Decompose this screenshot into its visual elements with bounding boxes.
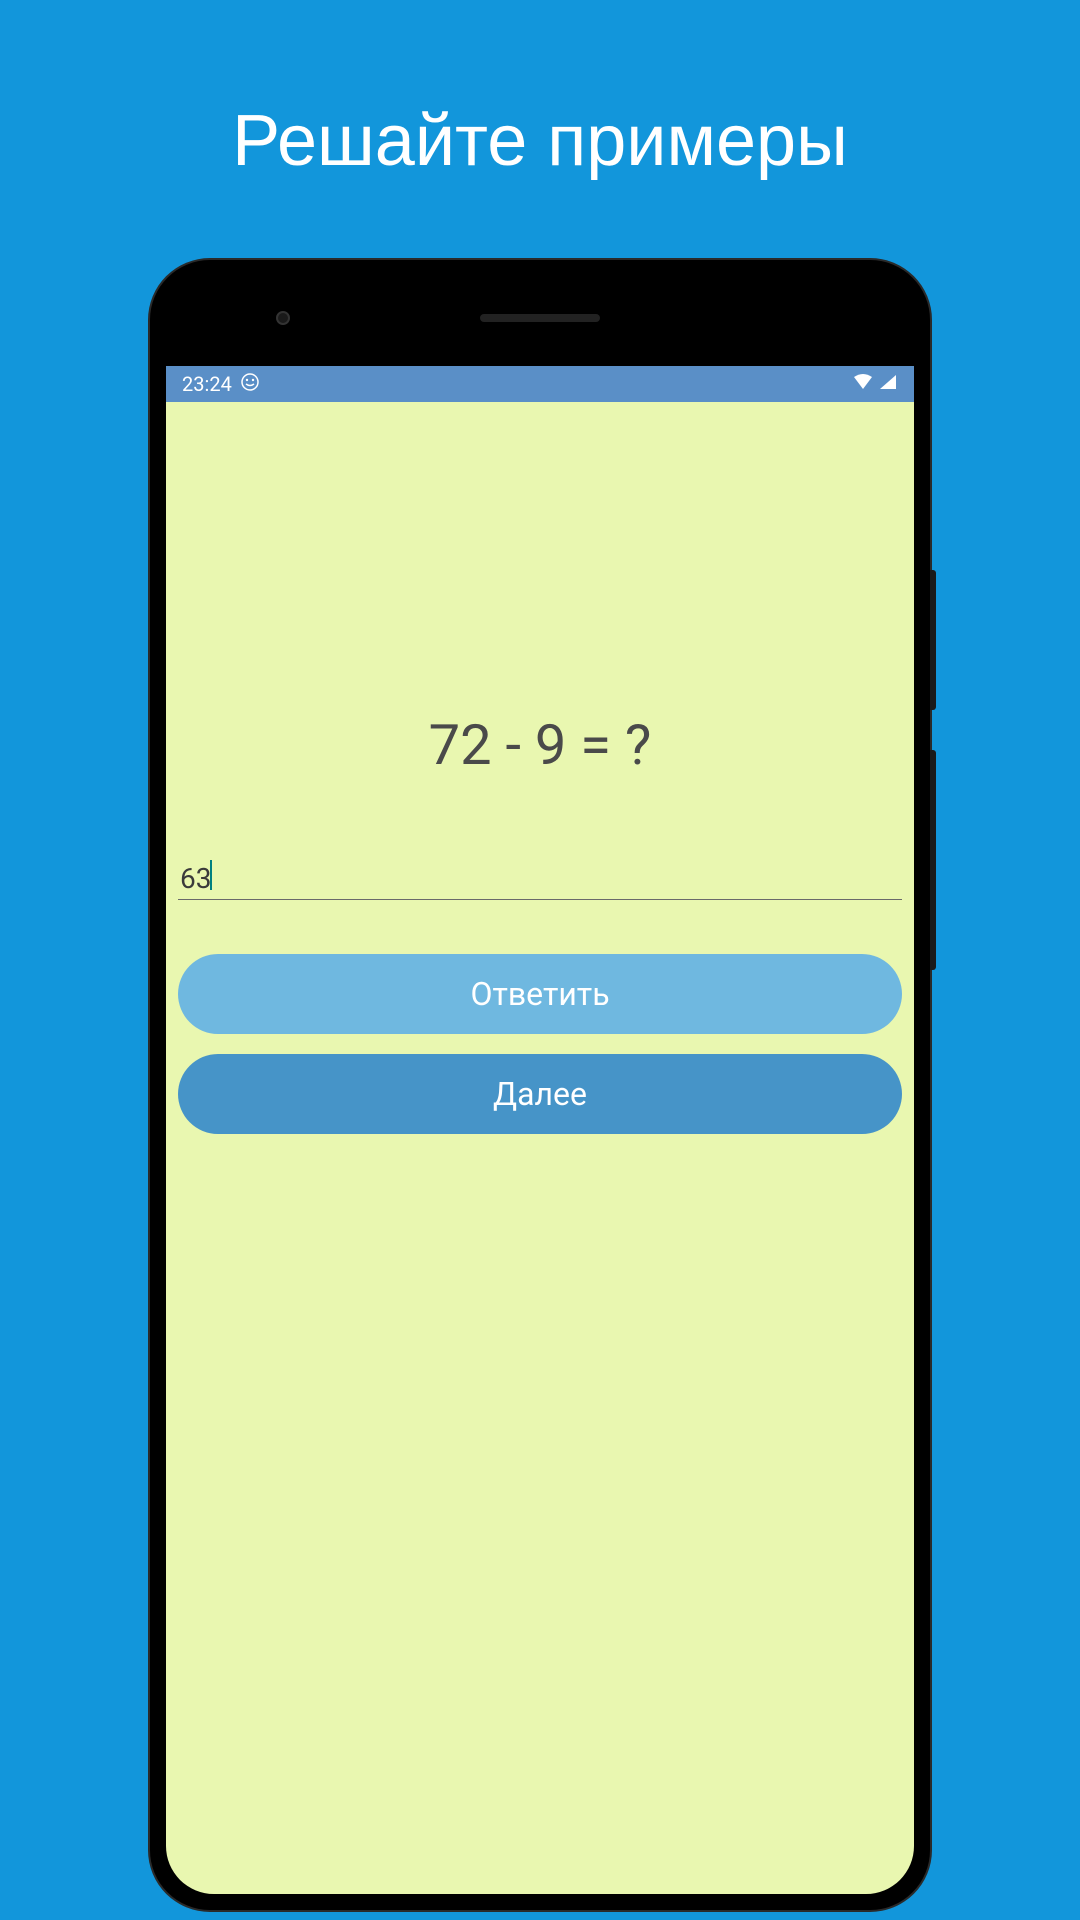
speaker-icon <box>480 314 600 322</box>
signal-icon <box>878 372 898 396</box>
status-right <box>852 372 898 396</box>
status-bar: 23:24 <box>166 366 914 402</box>
next-button[interactable]: Далее <box>178 1054 902 1134</box>
question-text: 72 - 9 = ? <box>178 712 902 778</box>
answer-input[interactable] <box>178 858 902 900</box>
text-cursor-icon <box>210 860 212 890</box>
answer-input-area <box>178 858 902 900</box>
status-app-icon <box>240 372 260 397</box>
phone-side-button <box>930 570 936 710</box>
camera-icon <box>276 311 290 325</box>
status-left: 23:24 <box>182 372 260 397</box>
status-time: 23:24 <box>182 372 232 396</box>
phone-side-button-2 <box>930 750 936 970</box>
wifi-icon <box>852 372 874 396</box>
buttons-area: Ответить Далее <box>178 954 902 1134</box>
screen: 23:24 <box>166 366 914 1894</box>
question-area: 72 - 9 = ? <box>178 712 902 778</box>
phone-bezel-top <box>166 276 914 366</box>
page-title: Решайте примеры <box>0 0 1080 182</box>
phone-inner: 23:24 <box>166 276 914 1894</box>
phone-frame: 23:24 <box>150 260 930 1910</box>
answer-button[interactable]: Ответить <box>178 954 902 1034</box>
app-content: 72 - 9 = ? Ответить Далее <box>166 402 914 1894</box>
